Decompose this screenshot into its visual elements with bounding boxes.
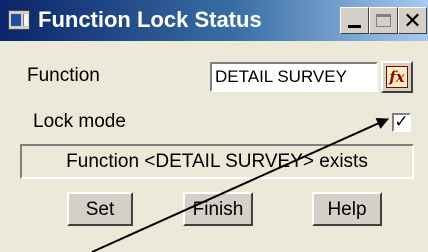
function-lock-status-dialog: Function Lock Status ✕ Function DETAIL S… — [0, 0, 428, 252]
annotation-arrow — [91, 118, 389, 252]
annotation-arrow-line — [91, 118, 389, 252]
